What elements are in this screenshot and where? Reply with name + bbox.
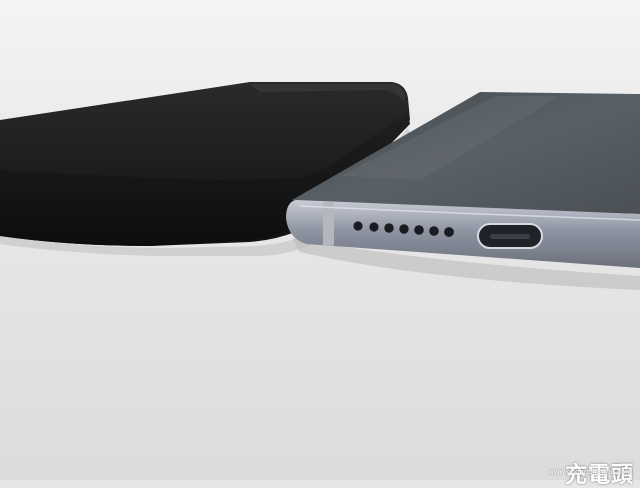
speaker-hole <box>429 226 439 236</box>
speaker-hole <box>384 223 393 232</box>
speaker-hole <box>414 225 424 235</box>
photo-scene <box>0 0 640 480</box>
watermark-logo: 充電頭 www.chongdiantou.com <box>548 465 634 476</box>
speaker-hole <box>444 227 454 237</box>
watermark-url-text: www.chongdiantou.com <box>548 469 632 476</box>
speaker-hole <box>399 224 408 233</box>
usb-c-port-tongue <box>490 234 530 239</box>
antenna-band <box>323 202 334 246</box>
speaker-hole <box>353 221 362 230</box>
speaker-hole <box>369 222 378 231</box>
